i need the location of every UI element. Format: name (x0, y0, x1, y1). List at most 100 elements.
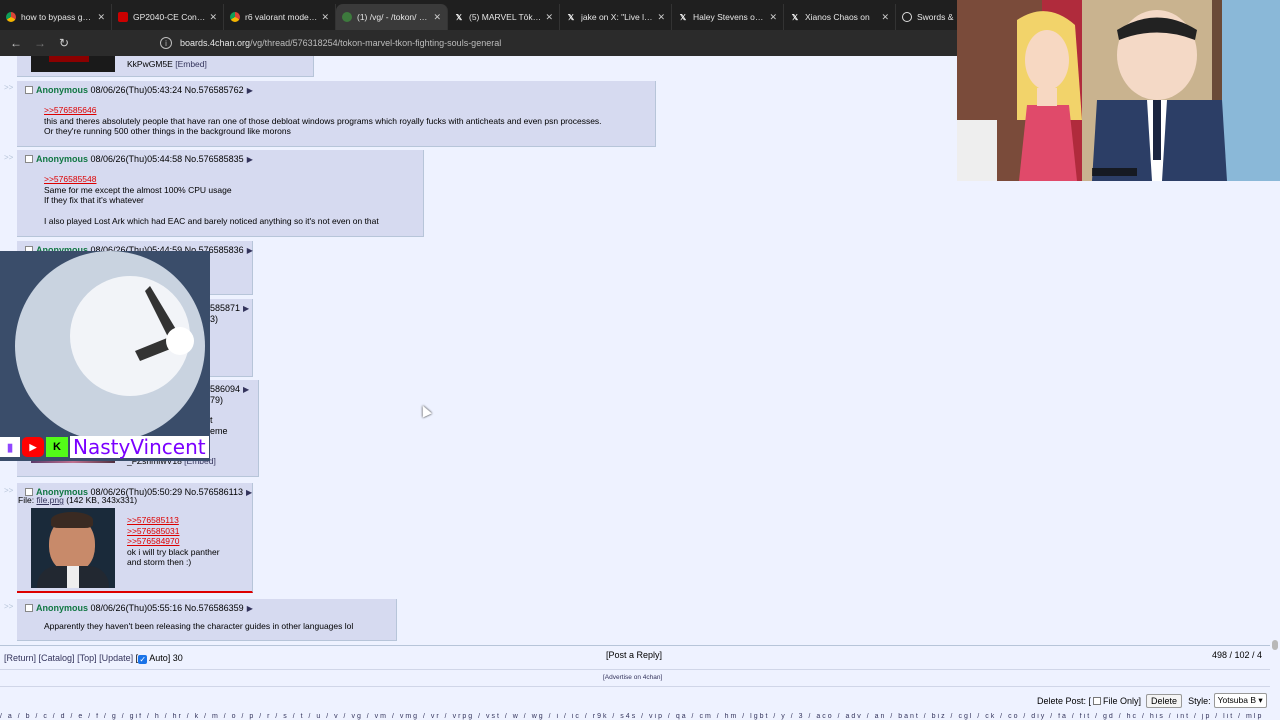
tab-title: jake on X: "Live look (581, 12, 654, 22)
post-datetime: 08/06/26(Thu)05:43:24 (90, 85, 183, 95)
chrome-icon (6, 12, 16, 22)
post: Anonymous 08/06/26(Thu)05:44:58 No.57658… (17, 150, 424, 237)
browser-tab[interactable]: 𝕏 Haley Stevens on X: ✕ (672, 4, 784, 30)
post-menu-icon[interactable]: ▶ (247, 604, 253, 613)
browser-tab[interactable]: GP2040-CE Configu ✕ (112, 4, 224, 30)
webcam-overlay (0, 251, 210, 461)
url-path: /vg/thread/576318254/tokon-marvel-tkon-f… (250, 38, 502, 48)
thread-nav: [Return] [Catalog] [Top] [Update] [✓ Aut… (4, 653, 183, 664)
tab-close-icon[interactable]: ✕ (433, 12, 441, 23)
style-select[interactable]: Yotsuba B ▾ (1213, 693, 1267, 708)
post: Anonymous 08/06/26(Thu)05:55:16 No.57658… (17, 599, 397, 641)
post-thumbnail[interactable] (31, 56, 115, 72)
tab-close-icon[interactable]: ✕ (881, 12, 889, 23)
browser-tab[interactable]: r6 valorant mode - C ✕ (224, 4, 336, 30)
auto-label: Auto] (149, 653, 171, 663)
scrollbar-thumb[interactable] (1272, 640, 1278, 650)
post-datetime: 08/06/26(Thu)05:44:58 (90, 154, 183, 164)
post-checkbox[interactable] (25, 86, 33, 94)
x-icon: 𝕏 (455, 12, 463, 22)
back-icon[interactable]: ← (4, 31, 28, 55)
message-line: ok i will try black panther (127, 546, 220, 557)
mouse-cursor (418, 403, 432, 418)
post-fragment: 3) (210, 314, 219, 324)
poster-name: Anonymous (36, 603, 89, 613)
post-menu-icon[interactable]: ▶ (246, 488, 252, 497)
file-label: File: (18, 495, 35, 505)
catalog-link[interactable]: [Catalog] (39, 653, 75, 663)
post-checkbox[interactable] (25, 155, 33, 163)
post-partial-top: KkPwGM5E [Embed] (17, 56, 314, 77)
tab-close-icon[interactable]: ✕ (321, 12, 329, 23)
file-link[interactable]: file.png (36, 495, 63, 505)
post-datetime: 08/06/26(Thu)05:55:16 (90, 603, 183, 613)
tab-close-icon[interactable]: ✕ (209, 12, 217, 23)
post-menu-icon[interactable]: ▶ (243, 385, 249, 394)
tab-title: Xianos Chaos on (805, 12, 870, 22)
tab-close-icon[interactable]: ✕ (97, 12, 105, 23)
post-menu-icon[interactable]: ▶ (243, 304, 249, 313)
browser-tab[interactable]: 𝕏 (5) MARVEL Tōkon: F ✕ (448, 4, 560, 30)
tab-title: (1) /vg/ - /tokon/ - M (357, 12, 430, 22)
post-header: Anonymous 08/06/26(Thu)05:43:24 No.57658… (25, 85, 253, 95)
post-number-partial[interactable]: 585871 (210, 303, 240, 313)
quote-link[interactable]: >>576585113 (127, 515, 220, 526)
post-number[interactable]: No.576586113 (185, 487, 243, 497)
file-only-checkbox[interactable] (1093, 696, 1102, 705)
tab-close-icon[interactable]: ✕ (545, 12, 553, 23)
post-fragment: eme (210, 426, 228, 436)
post-number[interactable]: No.576586359 (185, 603, 244, 613)
tab-title: how to bypass game (21, 12, 94, 22)
post-menu-icon[interactable]: ▶ (247, 155, 253, 164)
post-message: Apparently they haven't been releasing t… (44, 621, 353, 632)
return-link[interactable]: [Return] (4, 653, 36, 663)
delete-button[interactable]: Delete (1146, 693, 1183, 708)
post-number-partial[interactable]: 586094 (210, 384, 240, 394)
post-header: Anonymous 08/06/26(Thu)05:55:16 No.57658… (25, 603, 253, 613)
post-message: >>576585646 this and theres absolutely p… (44, 105, 602, 137)
embed-link[interactable]: [Embed] (175, 59, 207, 69)
post-thumbnail[interactable] (31, 508, 115, 588)
gp-icon (118, 12, 128, 22)
browser-tab[interactable]: 𝕏jake on X: "Live look ✕ (560, 4, 672, 30)
side-arrows: >> (4, 602, 14, 611)
advertise-link[interactable]: [Advertise on 4chan] (603, 674, 662, 681)
auto-checkbox[interactable]: ✓ (138, 655, 148, 664)
message-line: Apparently they haven't been releasing t… (44, 621, 354, 631)
top-link[interactable]: [Top] (77, 653, 97, 663)
site-info-icon[interactable]: i (160, 37, 172, 49)
x-icon: 𝕏 (679, 12, 687, 22)
side-arrows: >> (4, 486, 14, 495)
address-bar[interactable]: i boards.4chan.org/vg/thread/576318254/t… (150, 33, 950, 53)
post-menu-icon[interactable]: ▶ (247, 246, 253, 255)
post-reply-link[interactable]: [Post a Reply] (606, 650, 662, 660)
quote-link[interactable]: >>576585548 (44, 174, 379, 185)
poster-name: Anonymous (36, 85, 89, 95)
side-arrows: >> (4, 153, 14, 162)
twitch-icon: ▮ (0, 437, 20, 457)
browser-tab[interactable]: how to bypass game ✕ (0, 4, 112, 30)
browser-tab[interactable]: (1) /vg/ - /tokon/ - M ✕ (336, 4, 448, 30)
tab-close-icon[interactable]: ✕ (657, 12, 665, 23)
reload-icon[interactable]: ↻ (52, 31, 76, 55)
quote-link[interactable]: >>576585646 (44, 105, 602, 116)
browser-tab[interactable]: 𝕏 Xianos Chaos on ✕ (784, 4, 896, 30)
url-host: boards.4chan.org (180, 38, 251, 48)
message-line: Same for me except the almost 100% CPU u… (44, 184, 232, 195)
post-menu-icon[interactable]: ▶ (247, 86, 253, 95)
quote-link[interactable]: >>576584970 (127, 536, 220, 547)
quote-link[interactable]: >>576585031 (127, 526, 220, 537)
embed-text: KkPwGM5E (127, 59, 173, 69)
forward-icon[interactable]: → (28, 31, 52, 55)
update-link[interactable]: [Update] (99, 653, 133, 663)
delete-post-label: Delete Post: [ (1037, 695, 1092, 706)
post-fragment: t (210, 415, 213, 425)
post-number[interactable]: No.576585835 (185, 154, 244, 164)
post-number[interactable]: No.576585762 (185, 85, 244, 95)
message-line: Or they're running 500 other things in t… (44, 126, 291, 136)
tab-close-icon[interactable]: ✕ (769, 12, 777, 23)
side-arrows: >> (4, 83, 14, 92)
post-checkbox[interactable] (25, 604, 33, 612)
stream-social-tag: ▮ ▶ K NastyVincent (0, 435, 210, 459)
post-fragment: 79) (210, 395, 224, 405)
